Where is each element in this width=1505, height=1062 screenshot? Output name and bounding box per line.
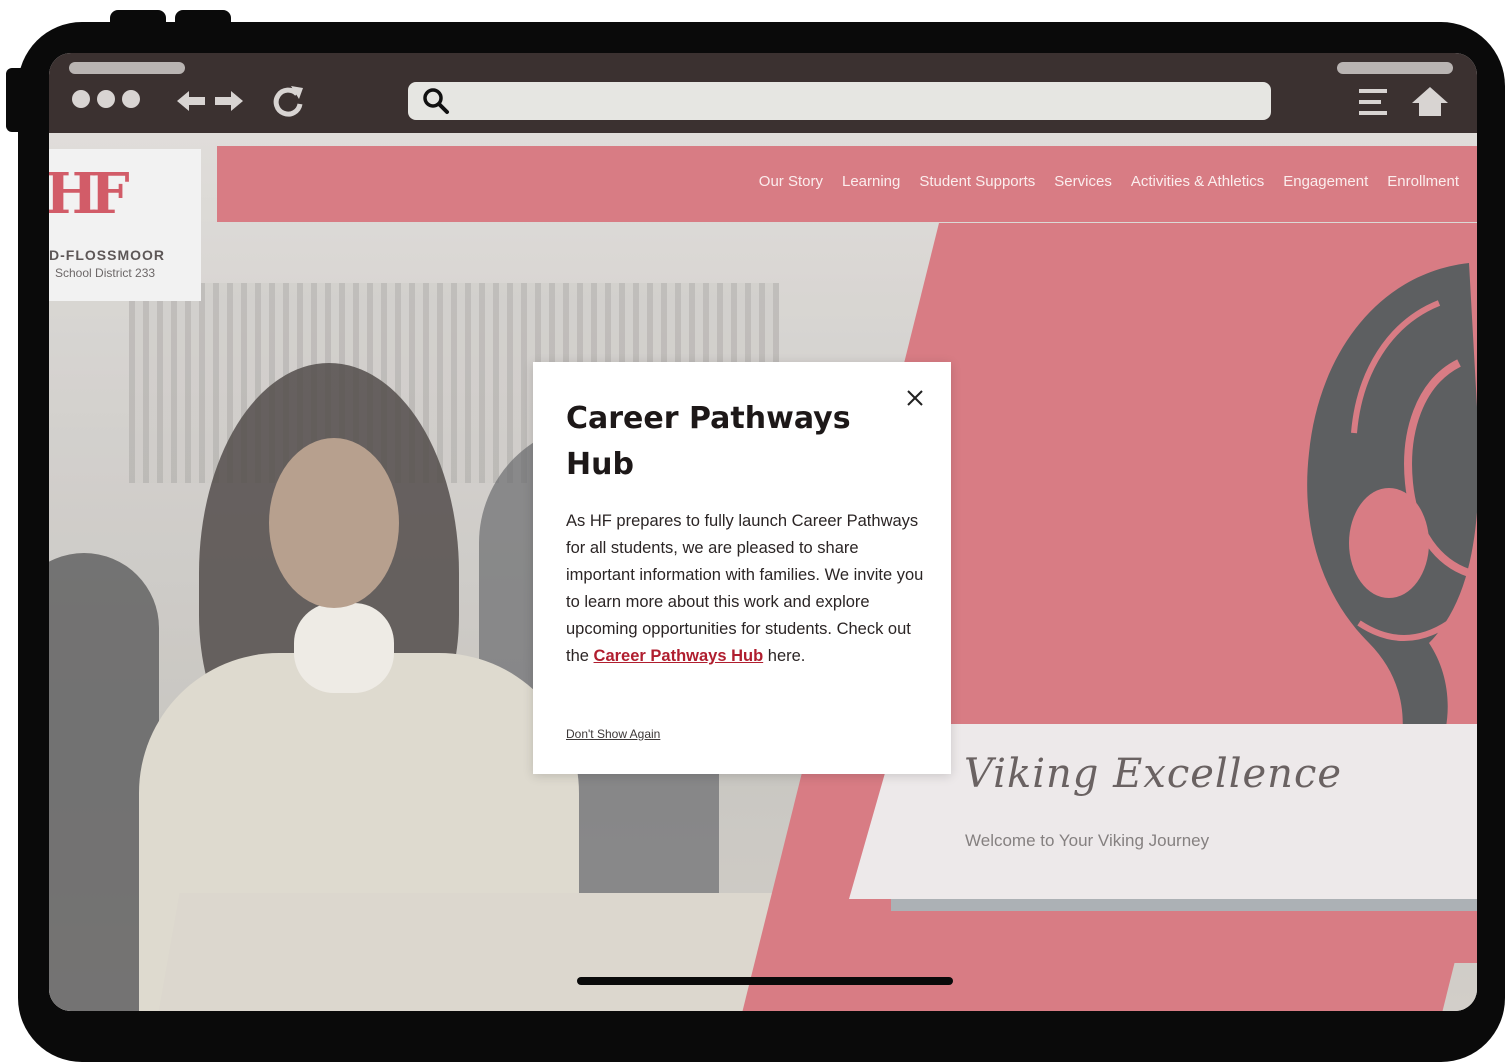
career-pathways-hub-link[interactable]: Career Pathways Hub	[594, 647, 764, 665]
toolbar-handle-right	[1337, 62, 1453, 74]
web-page: Viking Excellence Welcome to Your Viking…	[49, 133, 1477, 1011]
modal-body: As HF prepares to fully launch Career Pa…	[566, 508, 926, 670]
modal-body-text: As HF prepares to fully launch Career Pa…	[566, 512, 924, 665]
tablet-screen: Viking Excellence Welcome to Your Viking…	[49, 53, 1477, 1011]
close-icon[interactable]	[901, 384, 929, 412]
url-input[interactable]	[408, 82, 1271, 120]
browser-toolbar	[49, 53, 1477, 133]
dont-show-again-link[interactable]: Don't Show Again	[566, 727, 660, 741]
home-indicator[interactable]	[577, 977, 953, 985]
menu-icon[interactable]	[1357, 87, 1389, 117]
home-icon[interactable]	[1411, 85, 1449, 117]
reload-icon[interactable]	[273, 84, 305, 118]
career-pathways-modal: Career Pathways Hub As HF prepares to fu…	[533, 362, 951, 774]
modal-body-text-end: here.	[763, 647, 806, 665]
window-dots-icon[interactable]	[72, 90, 140, 108]
back-forward-icon[interactable]	[177, 89, 243, 113]
search-icon	[423, 88, 449, 114]
modal-title: Career Pathways Hub	[566, 401, 851, 482]
toolbar-handle-left	[69, 62, 185, 74]
